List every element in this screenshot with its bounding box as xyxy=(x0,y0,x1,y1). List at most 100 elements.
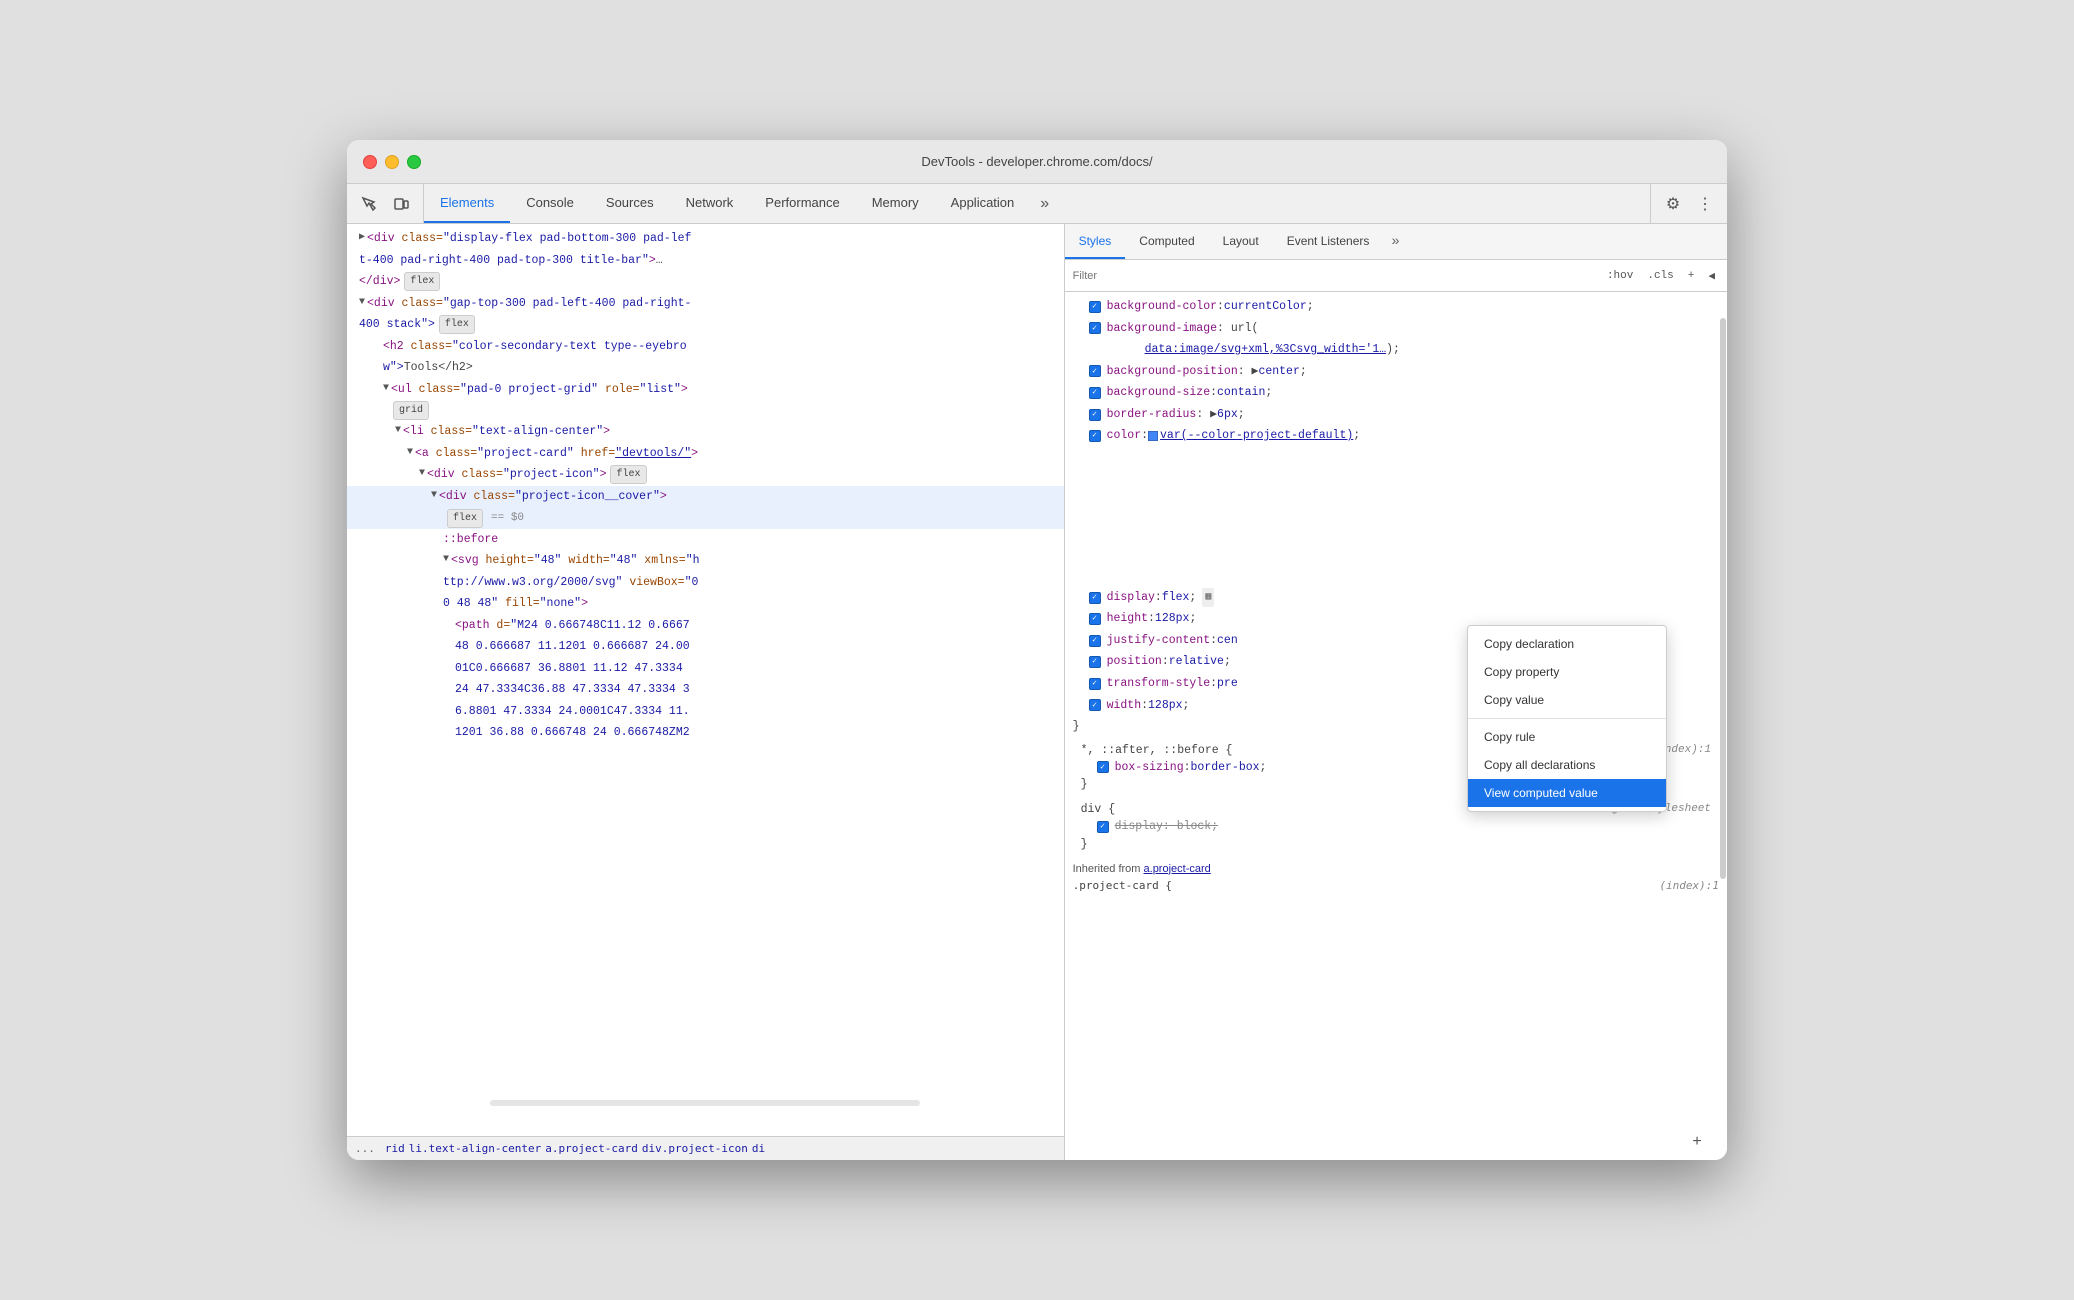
inspect-icon[interactable] xyxy=(355,190,383,218)
more-style-tabs[interactable]: » xyxy=(1383,224,1407,259)
prop-checkbox[interactable] xyxy=(1089,699,1101,711)
add-style-button[interactable]: + xyxy=(1684,268,1699,284)
html-line: t-400 pad-right-400 pad-top-300 title-ba… xyxy=(347,250,1064,272)
styles-tabs: Styles Computed Layout Event Listeners » xyxy=(1065,224,1727,260)
html-line: ttp://www.w3.org/2000/svg" viewBox="0 xyxy=(347,572,1064,594)
color-swatch[interactable] xyxy=(1148,431,1158,441)
style-prop-color: color : var(--color-project-default) ; xyxy=(1065,425,1727,447)
toolbar-icons xyxy=(347,184,424,223)
device-toolbar-icon[interactable] xyxy=(387,190,415,218)
elements-content[interactable]: ▶ <div class="display-flex pad-bottom-30… xyxy=(347,224,1064,1136)
menu-view-computed-value[interactable]: View computed value xyxy=(1468,779,1666,807)
context-menu: Copy declaration Copy property Copy valu… xyxy=(1467,625,1667,812)
breadcrumb-di[interactable]: di xyxy=(752,1142,765,1155)
elements-panel: ▶ <div class="display-flex pad-bottom-30… xyxy=(347,224,1065,1160)
expand-triangle[interactable]: ▼ xyxy=(419,465,425,482)
flex-badge: flex xyxy=(447,509,483,528)
html-line: ▼ <svg height="48" width="48" xmlns="h xyxy=(347,550,1064,572)
html-line: ▼ <ul class="pad-0 project-grid" role="l… xyxy=(347,379,1064,401)
html-line: ::before xyxy=(347,529,1064,551)
style-prop-display-block: display: block; xyxy=(1073,816,1719,838)
cls-button[interactable]: .cls xyxy=(1643,268,1677,284)
prop-checkbox[interactable] xyxy=(1089,365,1101,377)
breadcrumb-rid[interactable]: rid xyxy=(385,1142,405,1155)
style-prop-background-position: background-position : ▶ center ; xyxy=(1065,361,1727,383)
html-line: ▼ <div class="project-icon"> flex xyxy=(347,464,1064,486)
grid-badge: grid xyxy=(393,401,429,420)
scrollbar[interactable] xyxy=(1719,224,1727,1160)
prop-checkbox[interactable] xyxy=(1089,409,1101,421)
tab-computed[interactable]: Computed xyxy=(1125,224,1208,259)
style-prop-display: display : flex ; ▦ xyxy=(1065,587,1727,609)
prop-checkbox[interactable] xyxy=(1089,387,1101,399)
tab-event-listeners[interactable]: Event Listeners xyxy=(1273,224,1384,259)
menu-copy-all-declarations[interactable]: Copy all declarations xyxy=(1468,751,1666,779)
menu-copy-value[interactable]: Copy value xyxy=(1468,686,1666,714)
menu-copy-property[interactable]: Copy property xyxy=(1468,658,1666,686)
html-line: w">Tools</h2> xyxy=(347,357,1064,379)
expand-triangle[interactable]: ▼ xyxy=(407,444,413,461)
tab-network[interactable]: Network xyxy=(670,184,750,223)
more-options-icon[interactable]: ⋮ xyxy=(1691,190,1719,218)
html-line: 24 47.3334C36.88 47.3334 47.3334 3 xyxy=(347,679,1064,701)
maximize-button[interactable] xyxy=(407,155,421,169)
html-line: flex == $0 xyxy=(347,508,1064,529)
hov-button[interactable]: :hov xyxy=(1603,268,1637,284)
flex-badge: flex xyxy=(404,272,440,291)
style-prop-background-image-value: data:image/svg+xml,%3Csvg_width='1… ); xyxy=(1065,339,1727,361)
minimize-button[interactable] xyxy=(385,155,399,169)
inherited-link[interactable]: a.project-card xyxy=(1144,863,1211,875)
tab-memory[interactable]: Memory xyxy=(856,184,935,223)
expand-triangle[interactable]: ▼ xyxy=(359,294,365,311)
tab-console[interactable]: Console xyxy=(510,184,590,223)
html-line: <path d="M24 0.666748C11.12 0.6667 xyxy=(347,615,1064,637)
tab-sources[interactable]: Sources xyxy=(590,184,670,223)
html-line: grid xyxy=(347,400,1064,421)
html-line: ▼ <div class="gap-top-300 pad-left-400 p… xyxy=(347,293,1064,315)
prop-checkbox[interactable] xyxy=(1089,301,1101,313)
prop-checkbox[interactable] xyxy=(1089,430,1101,442)
html-line: </div> flex xyxy=(347,271,1064,293)
prop-checkbox[interactable] xyxy=(1089,656,1101,668)
prop-checkbox[interactable] xyxy=(1089,592,1101,604)
prop-checkbox[interactable] xyxy=(1089,613,1101,625)
tab-elements[interactable]: Elements xyxy=(424,184,510,223)
collapse-button[interactable]: ◀ xyxy=(1704,267,1719,285)
inherited-from: Inherited from a.project-card xyxy=(1065,857,1727,877)
expand-triangle[interactable]: ▼ xyxy=(395,422,401,439)
tab-application[interactable]: Application xyxy=(935,184,1031,223)
toolbar-right: ⚙ ⋮ xyxy=(1650,184,1727,223)
prop-checkbox[interactable] xyxy=(1089,635,1101,647)
breadcrumb-dots: ... xyxy=(355,1142,375,1155)
add-rule-button[interactable]: + xyxy=(1687,1132,1707,1152)
title-bar: DevTools - developer.chrome.com/docs/ xyxy=(347,140,1727,184)
close-button[interactable] xyxy=(363,155,377,169)
html-line: ▼ <li class="text-align-center"> xyxy=(347,421,1064,443)
tab-layout[interactable]: Layout xyxy=(1209,224,1273,259)
prop-checkbox[interactable] xyxy=(1089,322,1101,334)
filter-input[interactable] xyxy=(1073,270,1595,282)
more-tabs-button[interactable]: » xyxy=(1030,184,1059,223)
settings-icon[interactable]: ⚙ xyxy=(1659,190,1687,218)
menu-copy-rule[interactable]: Copy rule xyxy=(1468,723,1666,751)
html-line: 01C0.666687 36.8801 11.12 47.3334 xyxy=(347,658,1064,680)
style-prop-background-size: background-size : contain ; xyxy=(1065,382,1727,404)
prop-checkbox[interactable] xyxy=(1089,678,1101,690)
html-line: 1201 36.88 0.666748 24 0.666748ZM2 xyxy=(347,722,1064,744)
breadcrumb-li[interactable]: li.text-align-center xyxy=(409,1142,541,1155)
breadcrumb-a[interactable]: a.project-card xyxy=(545,1142,638,1155)
menu-copy-declaration[interactable]: Copy declaration xyxy=(1468,630,1666,658)
expand-triangle[interactable]: ▼ xyxy=(383,380,389,397)
styles-content: background-color : currentColor ; backgr… xyxy=(1065,292,1727,1160)
tab-performance[interactable]: Performance xyxy=(749,184,855,223)
tab-styles[interactable]: Styles xyxy=(1065,224,1126,259)
expand-triangle[interactable]: ▼ xyxy=(431,487,437,504)
prop-checkbox[interactable] xyxy=(1097,761,1109,773)
prop-checkbox[interactable] xyxy=(1097,821,1109,833)
breadcrumb-div-icon[interactable]: div.project-icon xyxy=(642,1142,748,1155)
window-title: DevTools - developer.chrome.com/docs/ xyxy=(921,154,1152,169)
expand-triangle[interactable]: ▼ xyxy=(443,551,449,568)
expand-triangle[interactable]: ▶ xyxy=(359,229,365,246)
scrollbar-thumb xyxy=(1720,318,1726,880)
devtools-window: DevTools - developer.chrome.com/docs/ El… xyxy=(347,140,1727,1160)
